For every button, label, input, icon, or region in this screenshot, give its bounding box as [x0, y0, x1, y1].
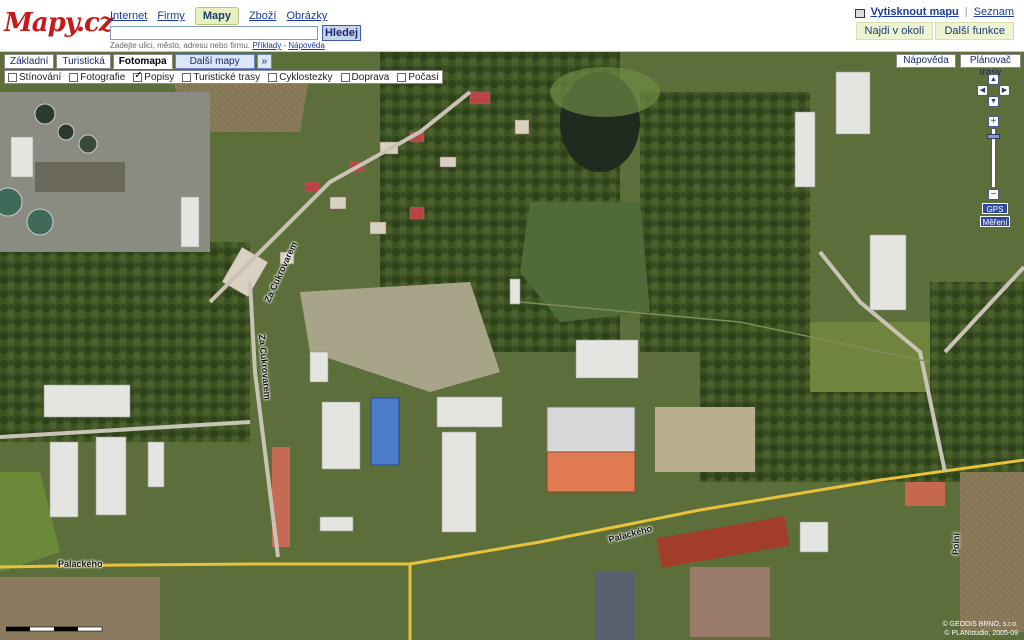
scale-bar: [6, 626, 103, 632]
zoom-out-button[interactable]: −: [988, 189, 999, 200]
checkbox[interactable]: [182, 72, 192, 82]
logo-tld: .cz: [75, 8, 114, 38]
layer-stinovani[interactable]: Stínování: [8, 72, 61, 83]
printer-icon[interactable]: [854, 8, 865, 18]
mapy-cz-app: Mapy.cz Internet Firmy Mapy Zboží Obrázk…: [0, 0, 1024, 640]
pan-left-icon[interactable]: ◀: [977, 85, 988, 96]
link-separator: |: [964, 6, 968, 18]
pan-control: ▲ ◀ ▶ ▼: [977, 74, 1011, 108]
print-map-link[interactable]: Vytisknout mapu: [871, 6, 959, 18]
logo[interactable]: Mapy.cz: [4, 8, 114, 38]
copyright-geodis: © GEODIS BRNO, s.r.o.: [942, 621, 1018, 628]
layer-label: Počasí: [408, 71, 439, 83]
checkbox[interactable]: [340, 72, 350, 82]
map-layers-bar: Stínování Fotografie Popisy Turistické t…: [4, 70, 443, 84]
search-button[interactable]: Hledej: [322, 25, 361, 41]
seznam-link[interactable]: Seznam: [974, 6, 1014, 18]
nav-firmy[interactable]: Firmy: [157, 10, 185, 22]
checkbox[interactable]: [69, 72, 79, 82]
layer-popisy[interactable]: Popisy: [133, 70, 175, 83]
copyright: © GEODIS BRNO, s.r.o. © PLANstudio, 2005…: [942, 620, 1018, 638]
pan-down-icon[interactable]: ▼: [988, 96, 999, 107]
search-hint: Zadejte ulici, město, adresu nebo firmu.…: [110, 41, 325, 50]
pan-up-icon[interactable]: ▲: [988, 74, 999, 85]
layer-label: Fotografie: [80, 71, 126, 83]
hint-separator: -: [283, 41, 287, 50]
measure-button[interactable]: Měření: [980, 216, 1010, 227]
search-input[interactable]: [110, 26, 318, 40]
find-nearby-button[interactable]: Najdi v okolí: [855, 22, 934, 40]
layer-pocasi[interactable]: Počasí: [397, 72, 439, 83]
tab-dalsi-mapy[interactable]: Další mapy: [174, 54, 255, 69]
tab-fotomapa[interactable]: Fotomapa: [112, 54, 173, 69]
layer-label: Popisy: [144, 71, 175, 83]
layer-cyklostezky[interactable]: Cyklostezky: [268, 71, 333, 83]
map-type-tabs: Základní Turistická Fotomapa Další mapy …: [4, 54, 273, 69]
checkbox[interactable]: [268, 72, 278, 82]
nav-zbozi[interactable]: Zboží: [249, 10, 277, 22]
layer-label: Doprava: [351, 71, 390, 83]
layer-turisticke-trasy[interactable]: Turistické trasy: [182, 72, 260, 83]
top-right-links: Vytisknout mapu | Seznam: [854, 6, 1014, 18]
logo-main: Mapy: [4, 8, 77, 38]
pan-right-icon[interactable]: ▶: [999, 85, 1010, 96]
layer-fotografie[interactable]: Fotografie: [69, 72, 125, 83]
street-label-palackeho-2: Palackého: [58, 559, 103, 569]
nav-obrazky[interactable]: Obrázky: [286, 10, 327, 22]
more-functions-button[interactable]: Další funkce: [935, 22, 1014, 40]
copyright-planstudio: © PLANstudio, 2005-09: [944, 630, 1018, 637]
map-help-button[interactable]: Nápověda: [896, 54, 956, 68]
layer-label: Cyklostezky: [279, 71, 333, 83]
nav-mapy[interactable]: Mapy: [194, 7, 239, 25]
service-nav: Internet Firmy Mapy Zboží Obrázky: [110, 7, 327, 25]
layer-label: Stínování: [19, 71, 62, 83]
nav-internet[interactable]: Internet: [110, 10, 147, 22]
examples-link[interactable]: Příklady: [252, 41, 281, 50]
zoom-slider-handle[interactable]: [987, 134, 1000, 139]
street-label-polni: Polní: [950, 532, 962, 556]
header-actions: Najdi v okolí Další funkce: [855, 22, 1014, 40]
search-hint-text: Zadejte ulici, město, adresu nebo firmu.: [110, 41, 251, 50]
checkbox-checked[interactable]: [133, 70, 143, 82]
checkbox[interactable]: [8, 72, 17, 82]
zoom-in-button[interactable]: +: [988, 116, 999, 127]
route-planner-button[interactable]: Plánovač trasy: [960, 54, 1021, 78]
gps-button[interactable]: GPS: [982, 203, 1008, 214]
aerial-map[interactable]: Za Cukrovarem Za Cukrovarem Palackého Pa…: [0, 52, 1024, 640]
tab-turisticka[interactable]: Turistická: [56, 54, 111, 69]
aerial-photo: [0, 52, 1024, 640]
layer-label: Turistické trasy: [193, 71, 261, 83]
more-maps-dropdown-icon[interactable]: »: [256, 54, 273, 69]
tab-zakladni[interactable]: Základní: [4, 54, 55, 69]
search-help-link[interactable]: Nápověda: [288, 41, 324, 50]
header: Mapy.cz Internet Firmy Mapy Zboží Obrázk…: [0, 0, 1024, 52]
layer-doprava[interactable]: Doprava: [340, 71, 390, 83]
checkbox[interactable]: [397, 72, 407, 82]
